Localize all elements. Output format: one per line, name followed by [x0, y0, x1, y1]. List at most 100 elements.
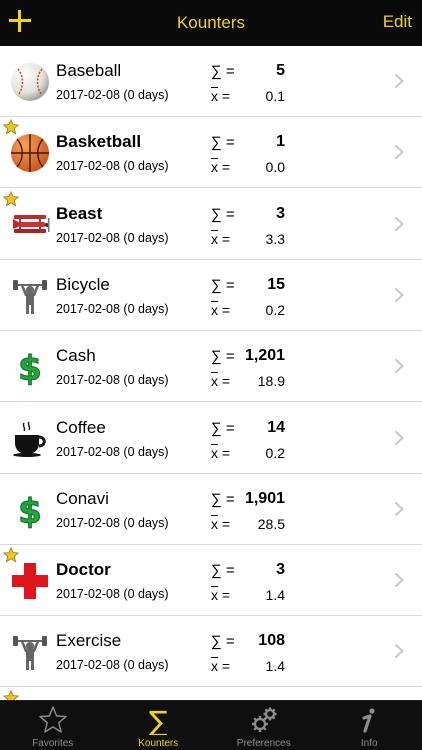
- average-label: x =: [211, 301, 231, 318]
- gears-icon: [249, 705, 279, 735]
- sum-label: ∑ =: [211, 633, 235, 651]
- average-value: 3.3: [265, 230, 285, 247]
- sum-label: ∑ =: [211, 348, 235, 366]
- counter-date: 2017-02-08 (0 days): [56, 230, 169, 245]
- average-label: x =: [211, 587, 231, 604]
- chevron-right-icon[interactable]: [395, 287, 404, 302]
- list-item[interactable]: Bicycle 2017-02-08 (0 days) ∑ = x = 15 0.2: [0, 259, 422, 331]
- sum-value: 14: [267, 418, 285, 436]
- dollar-icon: $: [10, 347, 50, 390]
- average-label: x =: [211, 658, 231, 675]
- svg-text:$: $: [18, 492, 42, 530]
- counter-date: 2017-02-08 (0 days): [56, 373, 169, 388]
- counter-name: Bicycle: [56, 274, 110, 294]
- chevron-right-icon[interactable]: [395, 573, 404, 588]
- star-outline-icon: [38, 705, 68, 735]
- average-value: 28.5: [257, 515, 285, 532]
- counter-date: 2017-02-08 (0 days): [56, 88, 169, 102]
- basketball-icon: [10, 133, 50, 173]
- svg-text:$: $: [18, 349, 42, 387]
- tab-label: Favorites: [32, 738, 74, 749]
- list-item[interactable]: Exercise 2017-02-08 (0 days) ∑ = x = 108 1.4: [0, 616, 422, 688]
- coffee-cup-icon: [10, 419, 50, 459]
- sum-value: 3: [276, 561, 285, 579]
- counter-date: 2017-02-08 (0 days): [56, 587, 169, 602]
- sum-label: ∑ =: [211, 63, 235, 80]
- chevron-right-icon[interactable]: [395, 145, 404, 160]
- list-item[interactable]: Doctor 2017-02-08 (0 days) ∑ = x = 3 1.4: [0, 545, 422, 617]
- average-label: x =: [211, 88, 231, 104]
- chevron-right-icon[interactable]: [395, 501, 404, 516]
- counter-name: Coffee: [56, 417, 106, 437]
- tab-info[interactable]: Info: [317, 701, 422, 750]
- info-icon: [354, 705, 384, 735]
- biplane-icon: [10, 205, 50, 245]
- tab-preferences[interactable]: Preferences: [211, 701, 317, 750]
- sigma-icon: ∑: [143, 705, 173, 738]
- page-title: Kounters: [176, 13, 246, 32]
- sum-label: ∑ =: [211, 205, 235, 223]
- average-label: x =: [211, 444, 231, 461]
- list-item[interactable]: Basketball 2017-02-08 (0 days) ∑ = x = 1 0.0: [0, 117, 422, 189]
- counter-name: Cash: [56, 346, 96, 366]
- tab-label: Kounters: [138, 738, 179, 749]
- sum-value: 15: [267, 275, 285, 293]
- tab-kounters[interactable]: ∑ Kounters: [106, 701, 212, 750]
- sum-value: 108: [258, 632, 285, 650]
- list-item[interactable]: Baseball 2017-02-08 (0 days) ∑ = x = 5 0.1: [0, 46, 422, 117]
- list-item[interactable]: $ Conavi 2017-02-08 (0 days) ∑ = x = 1,901 28.…: [0, 473, 422, 545]
- tab-favorites[interactable]: Favorites: [0, 701, 106, 750]
- tab-label: Info: [360, 738, 378, 749]
- sum-label: ∑ =: [211, 419, 235, 437]
- chevron-right-icon[interactable]: [395, 74, 404, 88]
- counter-name: Doctor: [56, 560, 111, 580]
- weightlifter-icon: [10, 632, 50, 672]
- counter-name: Beast: [56, 203, 103, 223]
- sum-label: ∑ =: [211, 134, 235, 152]
- tab-label: Preferences: [236, 738, 291, 749]
- baseball-icon: [10, 62, 50, 102]
- list-item[interactable]: [0, 687, 422, 700]
- average-value: 0.0: [265, 159, 285, 176]
- average-value: 1.4: [265, 587, 285, 604]
- chevron-right-icon[interactable]: [395, 430, 404, 445]
- counter-name: Conavi: [56, 488, 109, 508]
- edit-button[interactable]: Edit: [383, 12, 412, 32]
- dollar-icon: $: [10, 490, 50, 532]
- sum-label: ∑ =: [211, 490, 235, 508]
- average-value: 0.2: [265, 444, 285, 461]
- counter-date: 2017-02-08 (0 days): [56, 658, 169, 673]
- average-label: x =: [211, 373, 231, 390]
- counter-date: 2017-02-08 (0 days): [56, 301, 169, 316]
- chevron-right-icon[interactable]: [395, 216, 404, 231]
- svg-text:∑: ∑: [149, 705, 168, 735]
- tab-bar: Favorites ∑ Kounters Preferences Info: [0, 700, 422, 750]
- sum-label: ∑ =: [211, 276, 235, 294]
- counter-list[interactable]: Baseball 2017-02-08 (0 days) ∑ = x = 5 0.1 Bas…: [0, 46, 422, 700]
- list-item[interactable]: Beast 2017-02-08 (0 days) ∑ = x = 3 3.3: [0, 188, 422, 260]
- average-label: x =: [211, 515, 231, 532]
- plus-icon[interactable]: [8, 9, 32, 33]
- sum-value: 1,901: [244, 489, 285, 507]
- chevron-right-icon[interactable]: [395, 644, 404, 659]
- average-value: 0.1: [265, 88, 285, 104]
- average-value: 1.4: [265, 658, 285, 675]
- list-item[interactable]: $ Cash 2017-02-08 (0 days) ∑ = x = 1,201 18.9: [0, 331, 422, 403]
- average-value: 18.9: [257, 373, 285, 390]
- nav-bar: Kounters Edit: [0, 0, 422, 46]
- counter-date: 2017-02-08 (0 days): [56, 159, 169, 174]
- average-label: x =: [211, 230, 231, 247]
- counter-name: Baseball: [56, 61, 122, 80]
- counter-date: 2017-02-08 (0 days): [56, 444, 169, 459]
- star-icon: [2, 689, 20, 700]
- sum-label: ∑ =: [211, 562, 235, 580]
- sum-value: 1,201: [244, 347, 285, 365]
- list-item[interactable]: Coffee 2017-02-08 (0 days) ∑ = x = 14 0.2: [0, 402, 422, 474]
- red-cross-icon: [10, 561, 50, 601]
- sum-value: 1: [276, 133, 285, 151]
- sum-value: 3: [276, 204, 285, 222]
- counter-date: 2017-02-08 (0 days): [56, 515, 169, 530]
- average-label: x =: [211, 159, 231, 176]
- counter-name: Exercise: [56, 631, 122, 651]
- chevron-right-icon[interactable]: [395, 359, 404, 374]
